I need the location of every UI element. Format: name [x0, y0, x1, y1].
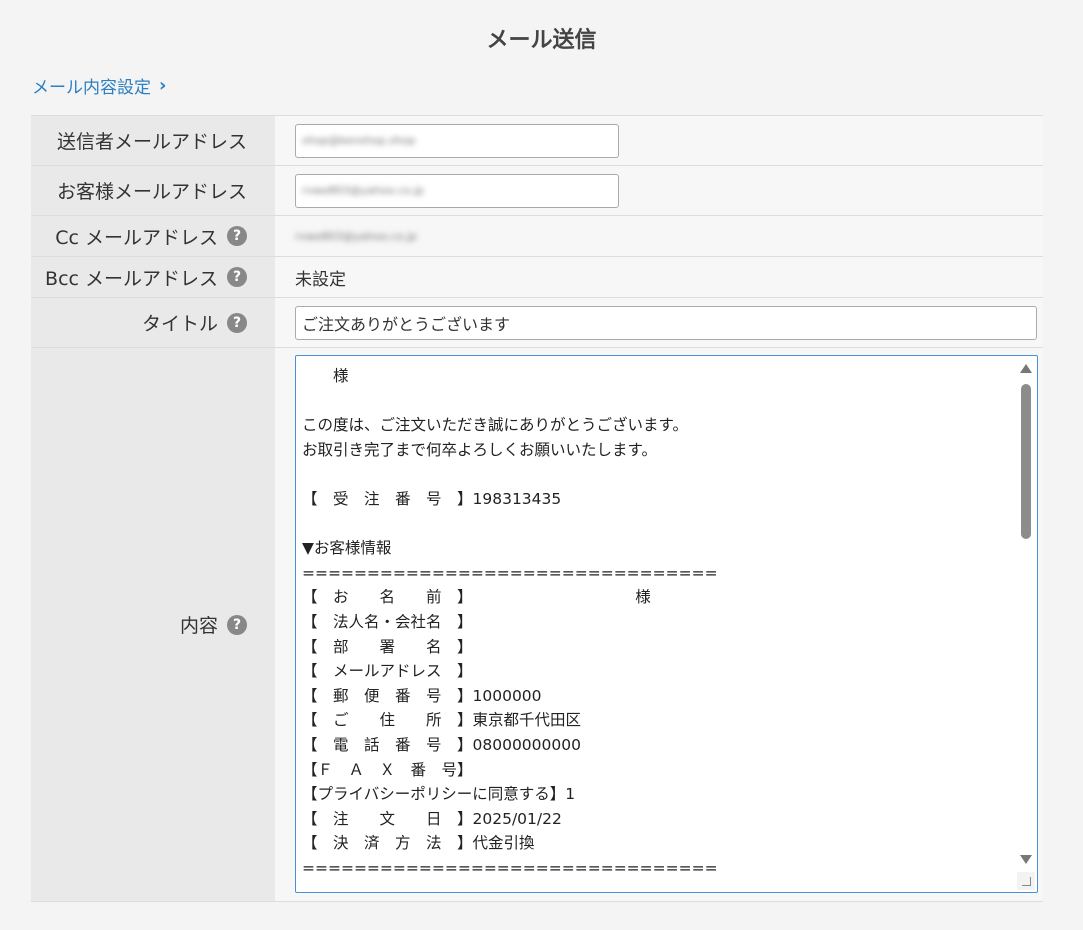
content-line: 【 郵 便 番 号 】1000000 — [302, 686, 542, 705]
content-line: ▼お客様情報 — [302, 539, 392, 558]
cc-label: Cc メールアドレス — [55, 226, 218, 249]
help-icon[interactable]: ? — [227, 312, 247, 333]
content-textarea[interactable]: 様 この度は、ご注文いただき誠にありがとうございます。 お取引き完了まで何卒よろし… — [295, 355, 1038, 893]
content-line: 【 お 名 前 】 様 — [302, 588, 651, 607]
content-line: 【 法人名・会社名 】 — [302, 612, 473, 631]
content-line: 【 受 注 番 号 】198313435 — [302, 489, 562, 508]
content-line: 【 メールアドレス 】 — [302, 662, 473, 681]
content-line: 【プライバシーポリシーに同意する】1 — [302, 785, 576, 804]
content-line: 【 決 済 方 法 】代金引換 — [302, 834, 535, 853]
sender-label: 送信者メールアドレス — [31, 116, 275, 165]
customer-label: お客様メールアドレス — [31, 166, 275, 215]
content-line: 【 電 話 番 号 】08000000000 — [302, 735, 581, 754]
scroll-up-arrow-icon[interactable] — [1020, 364, 1032, 373]
content-line: 【 部 署 名 】 — [302, 637, 473, 656]
content-line: 【 注 文 日 】2025/01/22 — [302, 809, 562, 828]
content-line: 様 — [302, 367, 349, 385]
content-line: 【Ｆ Ａ Ｘ 番 号】 — [302, 760, 473, 779]
content-line — [302, 512, 1013, 537]
customer-email-field[interactable]: rvwe803@yahoo.co.jp — [295, 173, 619, 208]
content-line — [302, 462, 1013, 487]
help-icon[interactable]: ? — [227, 614, 247, 635]
title-label: タイトル — [141, 313, 218, 335]
content-label: 内容 — [179, 615, 218, 637]
content-line: お取引き完了まで何卒よろしくお願いいたします。 — [302, 440, 657, 459]
content-text: 様 この度は、ご注文いただき誠にありがとうございます。 お取引き完了まで何卒よろし… — [302, 364, 1013, 880]
page-title: メール送信 — [486, 28, 597, 53]
sender-row: 送信者メールアドレス shop@kenshop.shop — [31, 116, 1043, 166]
help-icon[interactable]: ? — [227, 267, 247, 287]
settings-link-label: メール内容設定 — [32, 78, 151, 98]
title-input[interactable]: ご注文ありがとうございます — [295, 305, 1037, 340]
content-line — [302, 389, 1013, 414]
content-line: この度は、ご注文いただき誠にありがとうございます。 — [302, 416, 688, 435]
content-line: ================================ — [302, 858, 718, 877]
sender-email-field[interactable]: shop@kenshop.shop — [295, 123, 619, 158]
customer-row: お客様メールアドレス rvwe803@yahoo.co.jp — [31, 166, 1043, 216]
cc-value: rvwe803@yahoo.co.jp — [295, 229, 417, 243]
mail-content-settings-link[interactable]: メール内容設定 › — [32, 73, 166, 98]
bcc-label: Bcc メールアドレス — [45, 267, 218, 290]
content-line: 【 ご 住 所 】東京都千代田区 — [302, 711, 582, 730]
chevron-right-icon: › — [159, 75, 167, 96]
title-row: タイトル ? ご注文ありがとうございます — [31, 298, 1043, 348]
resize-handle-icon[interactable] — [1017, 872, 1035, 890]
cc-row: Cc メールアドレス ? rvwe803@yahoo.co.jp — [31, 216, 1043, 257]
bcc-value: 未設定 — [295, 269, 346, 290]
scrollbar-thumb[interactable] — [1021, 384, 1031, 539]
bcc-row: Bcc メールアドレス ? 未設定 — [31, 257, 1043, 298]
help-icon[interactable]: ? — [227, 226, 247, 246]
content-line: ================================ — [302, 563, 718, 582]
scroll-down-arrow-icon[interactable] — [1020, 855, 1032, 864]
mail-send-page: メール送信 メール内容設定 › 送信者メールアドレス shop@kenshop.… — [0, 0, 1083, 930]
mail-form: 送信者メールアドレス shop@kenshop.shop お客様メールアドレス … — [31, 115, 1043, 902]
content-row: 内容 ? 様 この度は、ご注文いただき誠にありがとうございます。 お取引き完了まで… — [31, 348, 1043, 902]
scrollbar[interactable] — [1017, 358, 1035, 888]
